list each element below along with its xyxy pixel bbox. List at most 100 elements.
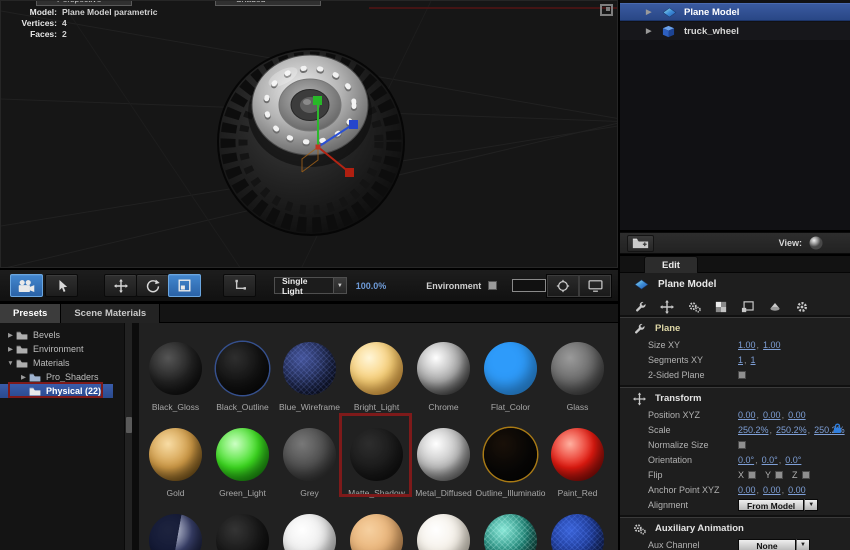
chevron-down-icon[interactable]: ▼ <box>796 538 810 550</box>
scene-item-truck-wheel[interactable]: ▶ truck_wheel <box>620 22 850 40</box>
tab-presets[interactable]: Presets <box>0 304 62 323</box>
screen-button[interactable] <box>579 274 611 297</box>
gear-icon[interactable] <box>796 301 808 313</box>
material-unlabeled[interactable] <box>544 505 611 550</box>
expand-arrow-icon[interactable]: ▶ <box>646 8 662 16</box>
viewport-3d[interactable]: Perspective Shaded Model: Plane Model par… <box>0 0 618 268</box>
tree-item-bevels[interactable]: ▶ Bevels <box>0 328 124 342</box>
flip-checkbox-z[interactable] <box>801 470 810 479</box>
texture-icon[interactable] <box>715 301 727 313</box>
value-link[interactable]: 0.00 <box>788 410 806 420</box>
material-unlabeled[interactable] <box>410 505 477 550</box>
tree-scrollbar[interactable] <box>124 323 132 550</box>
gizmo-x-handle[interactable] <box>345 168 354 177</box>
material-unlabeled[interactable] <box>209 505 276 550</box>
value-separator: , <box>756 409 760 420</box>
environment-checkbox[interactable] <box>488 281 497 290</box>
move-icon[interactable] <box>660 299 674 314</box>
tab-scene-materials[interactable]: Scene Materials <box>61 304 161 323</box>
tree-arrow-icon[interactable]: ▶ <box>18 373 29 381</box>
value-link[interactable]: 0.00 <box>738 485 756 495</box>
scene-item-plane-model[interactable]: ▶ Plane Model <box>620 3 850 21</box>
value-link[interactable]: 1 <box>738 355 743 365</box>
checkbox[interactable] <box>738 440 746 449</box>
material-chrome[interactable]: Chrome <box>410 333 477 419</box>
expand-viewport-icon[interactable] <box>600 4 613 16</box>
add-folder-button[interactable] <box>627 234 654 252</box>
plane-tool-button[interactable] <box>168 274 201 297</box>
material-green-light[interactable]: Green_Light <box>209 419 276 505</box>
material-unlabeled[interactable] <box>276 505 343 550</box>
view-mode-sphere-icon[interactable] <box>809 236 823 250</box>
tree-item-materials[interactable]: ▼ Materials <box>0 356 124 370</box>
material-grey[interactable]: Grey <box>276 419 343 505</box>
section-header[interactable]: Transform <box>620 390 850 407</box>
chevron-down-icon[interactable]: ▼ <box>332 278 346 293</box>
truck-wheel-model[interactable] <box>217 48 405 236</box>
material-glass[interactable]: Glass <box>544 333 611 419</box>
material-paint-red[interactable]: Paint_Red <box>544 419 611 505</box>
wrench-icon[interactable] <box>635 301 646 312</box>
camera-tool-button[interactable] <box>10 274 43 297</box>
value-link[interactable]: 1 <box>751 355 756 365</box>
plane-model-icon <box>634 279 649 290</box>
tree-arrow-icon[interactable]: ▶ <box>5 331 16 339</box>
material-outline-illuminatio[interactable]: Outline_Illuminatio <box>476 419 545 505</box>
material-unlabeled[interactable] <box>142 505 209 550</box>
tree-arrow-icon[interactable]: ▼ <box>5 360 16 367</box>
value-link[interactable]: 1.00 <box>738 340 756 350</box>
bevel-icon[interactable] <box>768 301 782 312</box>
value-link[interactable]: 0.00 <box>763 410 781 420</box>
value-link[interactable]: 0.0° <box>738 455 754 465</box>
layers-icon[interactable] <box>741 300 754 313</box>
material-metal-diffused[interactable]: Metal_Diffused <box>410 419 477 505</box>
shading-mode-dropdown[interactable]: Shaded <box>215 1 321 6</box>
material-bright-light[interactable]: Bright_Light <box>343 333 410 419</box>
value-link[interactable]: 0.0° <box>762 455 778 465</box>
value-link[interactable]: 0.00 <box>763 485 781 495</box>
lock-icon[interactable] <box>833 423 842 434</box>
gizmo-z-handle[interactable] <box>349 120 358 129</box>
target-button[interactable] <box>547 274 579 297</box>
tree-item-physical-22[interactable]: ▶Physical (22) <box>0 382 113 398</box>
value-link[interactable]: 250.2% <box>738 425 769 435</box>
value-link[interactable]: 0.00 <box>738 410 756 420</box>
material-unlabeled[interactable] <box>477 505 544 550</box>
material-black-outline[interactable]: Black_Outline <box>209 333 276 419</box>
environment-swatch[interactable] <box>511 279 546 292</box>
gizmo-y-handle[interactable] <box>313 96 322 105</box>
checkbox[interactable] <box>738 370 746 379</box>
value-link[interactable]: 0.0° <box>785 455 801 465</box>
material-black-gloss[interactable]: Black_Gloss <box>142 333 209 419</box>
expand-arrow-icon[interactable]: ▶ <box>646 27 662 35</box>
move-tool-button[interactable] <box>104 274 137 297</box>
axis-tool-button[interactable] <box>223 274 256 297</box>
property-values: 0.00, 0.00, 0.00 <box>738 410 806 420</box>
tab-edit[interactable]: Edit <box>644 256 698 273</box>
chevron-down-icon[interactable]: ▼ <box>804 498 819 511</box>
tree-item-environment[interactable]: ▶ Environment <box>0 342 124 356</box>
cursor-tool-button[interactable] <box>45 274 78 297</box>
tree-item-pro-shaders[interactable]: ▶ Pro_Shaders <box>0 370 124 384</box>
tree-arrow-icon[interactable]: ▶ <box>5 345 16 353</box>
material-flat-color[interactable]: Flat_Color <box>477 333 544 419</box>
material-matte-shadow[interactable]: Matte_Shadow <box>339 413 412 505</box>
viewport-canvas[interactable] <box>1 1 618 268</box>
zoom-level[interactable]: 100.0% <box>356 281 387 291</box>
section-header[interactable]: Plane <box>620 320 850 337</box>
section-header[interactable]: Auxiliary Animation <box>620 520 850 537</box>
view-angle-dropdown[interactable]: Perspective <box>36 1 132 6</box>
value-link[interactable]: 0.00 <box>788 485 806 495</box>
dropdown-alignment[interactable]: From Model <box>738 498 805 511</box>
material-gold[interactable]: Gold <box>142 419 209 505</box>
flip-checkbox-y[interactable] <box>775 470 784 479</box>
material-unlabeled[interactable] <box>343 505 410 550</box>
flip-checkbox-x[interactable] <box>748 470 757 479</box>
value-link[interactable]: 250.2% <box>776 425 807 435</box>
gears-icon[interactable] <box>688 301 701 313</box>
dropdown-aux-channel[interactable]: None <box>738 538 796 550</box>
value-link[interactable]: 1.00 <box>763 340 781 350</box>
material-blue-wireframe[interactable]: Blue_Wireframe <box>276 333 343 419</box>
light-mode-dropdown[interactable]: Single Light ▼ <box>274 276 347 296</box>
rotate-tool-button[interactable] <box>136 274 169 297</box>
